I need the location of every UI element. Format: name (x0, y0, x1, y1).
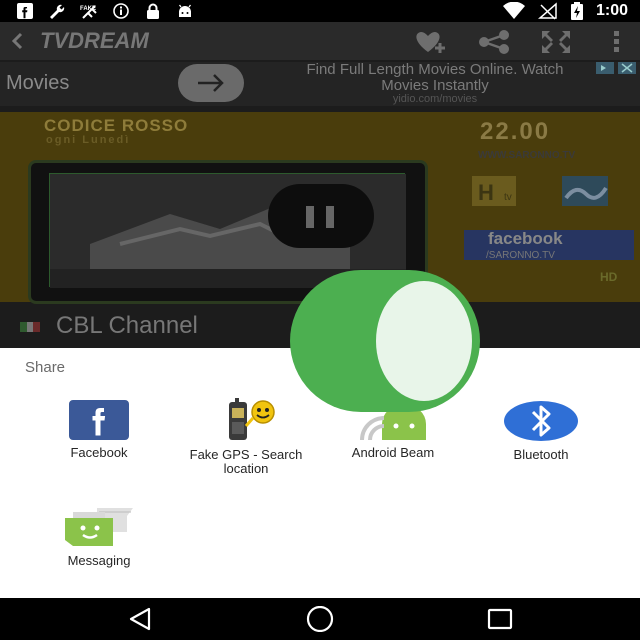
back-arrow-icon[interactable] (8, 31, 26, 51)
ad-url: yidio.com/movies (392, 93, 478, 105)
ad-headline: Find Full Length Movies Online. Watch Mo… (250, 62, 620, 94)
floating-overlay-bubble[interactable] (290, 270, 480, 412)
status-bar: FAKE 1:00 (0, 0, 640, 22)
lock-icon (147, 3, 159, 19)
overflow-menu-icon[interactable] (608, 29, 624, 55)
wifi-icon (502, 2, 525, 19)
no-signal-icon (537, 2, 557, 20)
clock: 1:00 (595, 2, 628, 19)
navigation-bar (0, 598, 640, 640)
android-icon (178, 4, 192, 17)
svg-text:tv: tv (504, 192, 512, 203)
share-item-facebook[interactable]: Facebook (25, 400, 173, 460)
facebook-icon (17, 3, 33, 19)
share-sheet-title: Share (25, 359, 66, 376)
share-item-messaging[interactable]: Messaging (25, 506, 173, 568)
share-item-label: Bluetooth (513, 447, 569, 462)
ad-movies-label: Movies (6, 72, 70, 94)
facebook-app-icon (69, 400, 129, 440)
arrow-right-icon (198, 74, 224, 92)
facebook-banner-text: facebook (488, 229, 563, 248)
italy-flag-icon (20, 322, 40, 332)
app-title: TVDREAM (40, 28, 149, 53)
wrench-icon (50, 4, 65, 19)
show-title: CODICE ROSSO (44, 116, 189, 135)
share-icon[interactable] (476, 29, 512, 55)
site-url: WWW.SARONNO.TV (478, 150, 576, 161)
ad-close-icon[interactable] (596, 62, 638, 76)
show-time: 22.00 (480, 118, 551, 145)
facebook-banner-sub: /SARONNO.TV (486, 250, 555, 261)
pause-icon-bar-left (306, 206, 314, 228)
show-subtitle: ogni Lunedì (46, 134, 131, 146)
info-icon (113, 3, 129, 19)
ad-headline-line1: Find Full Length Movies Online. Watch (306, 61, 564, 78)
favorite-add-icon[interactable] (412, 29, 450, 55)
share-item-label: Android Beam (351, 445, 435, 460)
share-item-label: Fake GPS - Search location (189, 447, 303, 476)
recents-button-icon[interactable] (486, 606, 514, 632)
share-item-bluetooth[interactable]: Bluetooth (467, 400, 615, 462)
app-toolbar: TVDREAM (0, 22, 640, 60)
bluetooth-icon (504, 401, 578, 441)
share-item-label: Facebook (70, 445, 128, 460)
pause-icon-bar-right (326, 206, 334, 228)
back-button-icon[interactable] (126, 606, 154, 632)
battery-charging-icon (570, 2, 583, 20)
pause-button[interactable] (268, 184, 374, 248)
home-button-icon[interactable] (304, 606, 336, 632)
ad-arrow-button[interactable] (178, 64, 244, 102)
share-item-label: Messaging (67, 553, 131, 568)
fake-gps-icon: FAKE (80, 5, 97, 19)
hd-badge: HD (600, 270, 618, 284)
ad-headline-line2: Movies Instantly (381, 77, 489, 94)
saronno-tv-logo: Htv (472, 176, 608, 206)
fake-gps-app-icon (229, 398, 275, 440)
svg-text:H: H (478, 180, 494, 205)
messaging-icon (65, 508, 133, 546)
ad-banner[interactable]: Movies Find Full Length Movies Online. W… (0, 62, 640, 106)
channel-name: CBL Channel (56, 312, 198, 339)
fullscreen-icon[interactable] (540, 29, 572, 55)
